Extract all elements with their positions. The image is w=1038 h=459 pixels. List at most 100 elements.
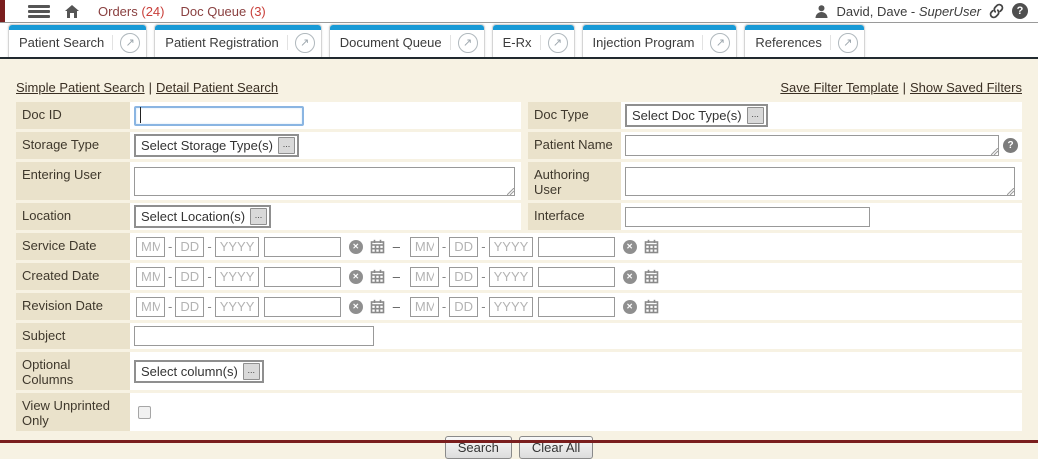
month-input[interactable]: [410, 267, 439, 287]
interface-label: Interface: [528, 203, 621, 230]
doc-type-select[interactable]: Select Doc Type(s) ...: [625, 104, 768, 127]
location-select[interactable]: Select Location(s) ...: [134, 205, 271, 228]
authoring-user-label: Authoring User: [528, 162, 621, 200]
calendar-icon[interactable]: [370, 239, 385, 254]
clear-date-icon[interactable]: ✕: [623, 240, 637, 254]
optional-columns-cell: Select column(s) ...: [130, 352, 1022, 390]
service-date-from: -- ✕: [136, 237, 385, 257]
open-in-new-icon[interactable]: ↗: [120, 33, 140, 53]
filter-form: Doc ID Doc Type Select Doc Type(s) ... S…: [16, 102, 1022, 431]
doc-id-label: Doc ID: [16, 102, 130, 129]
day-input[interactable]: [175, 237, 204, 257]
revision-date-from: -- ✕: [136, 297, 385, 317]
open-in-new-icon[interactable]: ↗: [458, 33, 478, 53]
optional-columns-select[interactable]: Select column(s) ...: [134, 360, 264, 383]
save-filter-template-link[interactable]: Save Filter Template: [780, 80, 898, 95]
month-input[interactable]: [136, 237, 165, 257]
interface-cell: [621, 203, 1022, 230]
simple-patient-search-link[interactable]: Simple Patient Search: [16, 80, 145, 95]
current-user[interactable]: David, Dave - SuperUser: [836, 4, 981, 19]
calendar-icon[interactable]: [644, 269, 659, 284]
subject-label: Subject: [16, 323, 130, 349]
day-input[interactable]: [175, 297, 204, 317]
clear-date-icon[interactable]: ✕: [623, 300, 637, 314]
date-extra-input[interactable]: [538, 297, 615, 317]
month-input[interactable]: [136, 297, 165, 317]
created-date-to: -- ✕: [410, 267, 659, 287]
home-icon[interactable]: [64, 4, 80, 19]
year-input[interactable]: [215, 297, 259, 317]
date-extra-input[interactable]: [538, 267, 615, 287]
interface-input[interactable]: [625, 207, 870, 227]
nav-orders[interactable]: Orders (24): [98, 4, 164, 19]
calendar-icon[interactable]: [644, 239, 659, 254]
menu-icon[interactable]: [28, 3, 50, 20]
month-input[interactable]: [136, 267, 165, 287]
location-label: Location: [16, 203, 130, 230]
day-input[interactable]: [449, 267, 478, 287]
tab-injection-program[interactable]: Injection Program ↗: [582, 24, 738, 57]
resize-grip-icon[interactable]: [1007, 188, 1014, 195]
date-extra-input[interactable]: [264, 267, 341, 287]
month-input[interactable]: [410, 237, 439, 257]
nav-doc-queue[interactable]: Doc Queue (3): [180, 4, 265, 19]
date-range-separator: –: [393, 269, 400, 284]
calendar-icon[interactable]: [370, 299, 385, 314]
top-header: Orders (24) Doc Queue (3) David, Dave - …: [0, 0, 1038, 23]
year-input[interactable]: [489, 267, 533, 287]
calendar-icon[interactable]: [644, 299, 659, 314]
tab-patient-registration[interactable]: Patient Registration ↗: [154, 24, 321, 57]
storage-type-select[interactable]: Select Storage Type(s) ...: [134, 134, 299, 157]
year-input[interactable]: [489, 237, 533, 257]
open-in-new-icon[interactable]: ↗: [295, 33, 315, 53]
date-range-separator: –: [393, 239, 400, 254]
user-role: SuperUser: [919, 4, 981, 19]
view-unprinted-only-checkbox[interactable]: [138, 406, 151, 419]
revision-date-cell: -- ✕ – -- ✕: [130, 293, 1022, 320]
orders-count: (24): [141, 4, 164, 19]
tab-references[interactable]: References ↗: [744, 24, 864, 57]
clear-date-icon[interactable]: ✕: [623, 270, 637, 284]
clear-date-icon[interactable]: ✕: [349, 270, 363, 284]
doc-type-cell: Select Doc Type(s) ...: [621, 102, 1022, 129]
patient-name-cell: ?: [621, 132, 1022, 159]
date-extra-input[interactable]: [538, 237, 615, 257]
optional-columns-ellipsis-button[interactable]: ...: [243, 363, 260, 380]
doc-id-input[interactable]: [134, 106, 304, 126]
day-input[interactable]: [175, 267, 204, 287]
location-cell: Select Location(s) ...: [130, 203, 521, 230]
open-in-new-icon[interactable]: ↗: [838, 33, 858, 53]
subject-input[interactable]: [134, 326, 374, 346]
help-icon[interactable]: ?: [1012, 3, 1028, 19]
storage-type-label: Storage Type: [16, 132, 130, 159]
year-input[interactable]: [215, 267, 259, 287]
open-in-new-icon[interactable]: ↗: [548, 33, 568, 53]
location-ellipsis-button[interactable]: ...: [250, 208, 267, 225]
tab-document-queue[interactable]: Document Queue ↗: [329, 24, 485, 57]
date-extra-input[interactable]: [264, 237, 341, 257]
date-extra-input[interactable]: [264, 297, 341, 317]
year-input[interactable]: [489, 297, 533, 317]
day-input[interactable]: [449, 297, 478, 317]
created-date-from: -- ✕: [136, 267, 385, 287]
clear-date-icon[interactable]: ✕: [349, 300, 363, 314]
resize-grip-icon[interactable]: [507, 188, 514, 195]
clear-date-icon[interactable]: ✕: [349, 240, 363, 254]
calendar-icon[interactable]: [370, 269, 385, 284]
tab-e-rx[interactable]: E-Rx ↗: [492, 24, 575, 57]
resize-grip-icon[interactable]: [991, 148, 998, 155]
patient-name-input[interactable]: [625, 135, 999, 156]
show-saved-filters-link[interactable]: Show Saved Filters: [910, 80, 1022, 95]
year-input[interactable]: [215, 237, 259, 257]
storage-type-ellipsis-button[interactable]: ...: [278, 137, 295, 154]
detail-patient-search-link[interactable]: Detail Patient Search: [156, 80, 278, 95]
day-input[interactable]: [449, 237, 478, 257]
entering-user-input[interactable]: [134, 167, 515, 196]
authoring-user-input[interactable]: [625, 167, 1015, 196]
month-input[interactable]: [410, 297, 439, 317]
open-in-new-icon[interactable]: ↗: [710, 33, 730, 53]
tab-patient-search[interactable]: Patient Search ↗: [8, 24, 147, 57]
doc-type-ellipsis-button[interactable]: ...: [747, 107, 764, 124]
patient-name-help-icon[interactable]: ?: [1003, 138, 1018, 153]
link-chain-icon[interactable]: [988, 3, 1005, 19]
